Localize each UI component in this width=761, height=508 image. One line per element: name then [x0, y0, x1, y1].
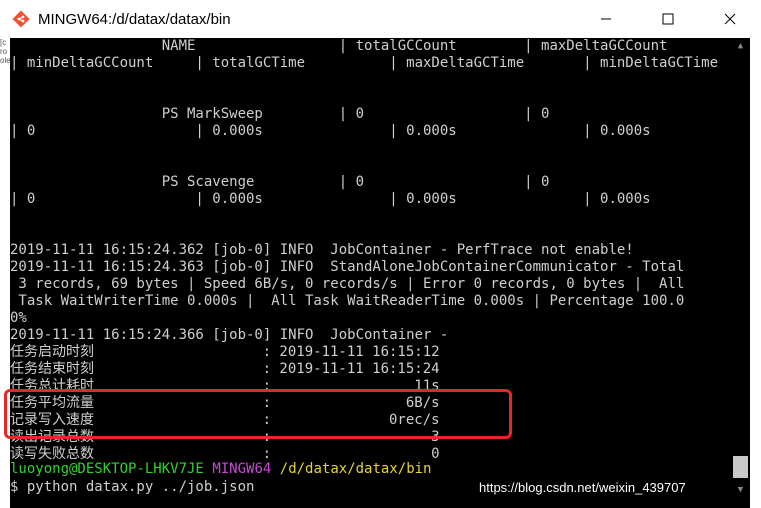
csdn-watermark: https://blog.csdn.net/weixin_439707	[479, 480, 686, 495]
minimize-button[interactable]	[575, 0, 637, 38]
terminal-line: NAME | totalGCCount | maxDeltaGCCount	[10, 38, 668, 54]
terminal-line: | minDeltaGCCount | totalGCTime | maxDel…	[10, 55, 719, 71]
terminal-line: 任务结束时刻 : 2019-11-11 16:15:24	[10, 361, 440, 377]
terminal-line: 任务启动时刻 : 2019-11-11 16:15:12	[10, 344, 440, 360]
terminal-line: | 0 | 0.000s | 0.000s | 0.000s	[10, 191, 651, 207]
scroll-down-icon[interactable]: ▼	[731, 482, 750, 498]
scrollbar-thumb[interactable]	[733, 456, 748, 478]
vertical-scrollbar[interactable]: ▲ ▼	[731, 38, 750, 498]
command-line[interactable]: $ python datax.py ../job.json	[10, 479, 254, 496]
prompt-path: /d/datax/datax/bin	[279, 461, 432, 477]
window-controls	[575, 0, 761, 38]
maximize-icon	[662, 13, 674, 25]
terminal-line: | 0 | 0.000s | 0.000s | 0.000s	[10, 123, 651, 139]
terminal-line: PS Scavenge | 0 | 0	[10, 174, 550, 190]
edge-text: [c	[0, 38, 7, 47]
git-bash-icon	[12, 10, 30, 28]
prompt-system: MINGW64	[212, 461, 272, 477]
scroll-up-icon[interactable]: ▲	[731, 38, 750, 54]
prompt-user-host: luoyong@DESKTOP-LHKV7JE	[10, 461, 204, 477]
terminal-line: 2019-11-11 16:15:24.363 [job-0] INFO Sta…	[10, 259, 685, 275]
terminal-window: MINGW64:/d/datax/datax/bin [c ro ole NAM…	[0, 0, 761, 508]
terminal-line: Task WaitWriterTime 0.000s | All Task Wa…	[10, 293, 685, 309]
window-title: MINGW64:/d/datax/datax/bin	[38, 10, 231, 28]
terminal-line: 0%	[10, 310, 27, 326]
edge-text: ro	[0, 47, 8, 56]
terminal-line: 2019-11-11 16:15:24.366 [job-0] INFO Job…	[10, 327, 449, 343]
window-right-edge	[750, 38, 761, 508]
highlight-annotation	[4, 389, 512, 439]
minimize-icon	[601, 18, 611, 20]
maximize-button[interactable]	[637, 0, 699, 38]
title-bar[interactable]: MINGW64:/d/datax/datax/bin	[0, 0, 761, 38]
close-button[interactable]	[699, 0, 761, 38]
edge-text: ole	[0, 56, 11, 65]
terminal-line: PS MarkSweep | 0 | 0	[10, 106, 550, 122]
terminal-line: 2019-11-11 16:15:24.362 [job-0] INFO Job…	[10, 242, 634, 258]
prompt-line: luoyong@DESKTOP-LHKV7JE MINGW64 /d/datax…	[10, 461, 431, 478]
close-icon	[724, 13, 736, 25]
terminal-line: 3 records, 69 bytes | Speed 6B/s, 0 reco…	[10, 276, 685, 292]
